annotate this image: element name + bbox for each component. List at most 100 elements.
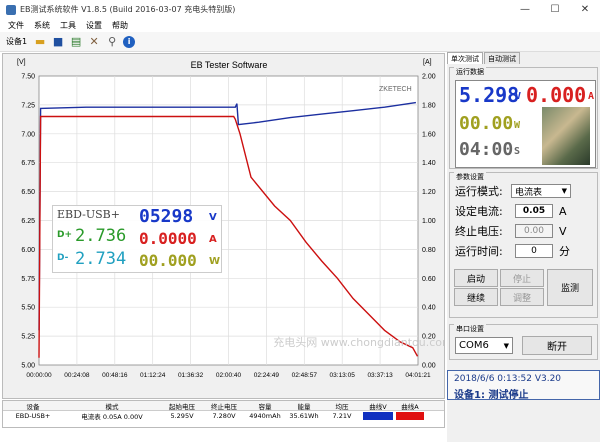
- camera-thumbnail: [542, 107, 590, 165]
- x-tick-label: 04:01:21: [405, 372, 431, 379]
- overlay-dminus-label: D-: [57, 253, 69, 263]
- menu-help[interactable]: 帮助: [112, 20, 128, 31]
- x-tick-label: 02:24:49: [254, 372, 280, 379]
- close-button[interactable]: ✕: [570, 0, 600, 19]
- col-energy: 能量: [297, 402, 311, 411]
- save-icon[interactable]: ■: [51, 35, 65, 49]
- monitor-button[interactable]: 监测: [547, 269, 593, 306]
- y-right-tick-label: 1.20: [422, 189, 436, 196]
- chevron-down-icon: ▼: [503, 341, 509, 350]
- minimize-button[interactable]: —: [510, 0, 540, 19]
- serial-group: 串口设置 COM6 ▼ 断开: [449, 324, 598, 360]
- y-right-tick-label: 1.00: [422, 218, 436, 225]
- tools-icon[interactable]: ✕: [87, 35, 101, 49]
- overlay-current-unit: A: [209, 234, 217, 245]
- x-tick-label: 00:48:16: [102, 372, 128, 379]
- port-value: COM6: [459, 340, 489, 351]
- y-left-tick-label: 5.25: [21, 334, 35, 341]
- col-start-voltage: 起始电压: [169, 402, 195, 411]
- title-bar: EB测试系统软件 V1.8.5 (Build 2016-03-07 充电头特别版…: [0, 0, 600, 19]
- overlay-dplus-label: D+: [57, 230, 73, 240]
- window-title: EB测试系统软件 V1.8.5 (Build 2016-03-07 充电头特别版…: [20, 5, 236, 14]
- tab-single-test[interactable]: 单次测试: [447, 52, 483, 64]
- curve-a-swatch[interactable]: [396, 412, 424, 420]
- info-icon[interactable]: i: [123, 35, 136, 48]
- col-mode: 模式: [105, 402, 119, 411]
- y-left-tick-label: 5.50: [21, 305, 35, 312]
- mode-value: 电流表: [515, 187, 543, 198]
- disconnect-button[interactable]: 断开: [522, 336, 592, 355]
- running-current-unit: A: [588, 91, 595, 102]
- maximize-button[interactable]: ☐: [540, 0, 570, 19]
- current-row: 设定电流: 0.05 A: [455, 203, 567, 219]
- x-tick-label: 01:36:32: [178, 372, 204, 379]
- running-power: 00.00: [459, 113, 514, 134]
- running-time-unit: S: [514, 146, 521, 157]
- mode-row: 运行模式: 电流表 ▼: [455, 183, 571, 199]
- chart-title: EB Tester Software: [191, 60, 268, 70]
- chart-icon[interactable]: ▤: [69, 35, 83, 49]
- y-left-tick-label: 7.50: [21, 74, 35, 81]
- device-selector[interactable]: 设备1: [6, 36, 27, 47]
- col-avg-voltage: 均压: [335, 402, 349, 411]
- mode-tabs: 单次测试 自动测试: [447, 52, 600, 64]
- running-time: 04:00: [459, 139, 514, 160]
- y-right-tick-label: 0.00: [422, 363, 436, 370]
- curve-v-swatch[interactable]: [363, 412, 393, 420]
- stopv-input[interactable]: 0.00: [515, 224, 553, 238]
- y-left-tick-label: 6.00: [21, 247, 35, 254]
- y-left-tick-label: 7.00: [21, 131, 35, 138]
- mode-label: 运行模式:: [455, 185, 503, 198]
- stop-button[interactable]: 停止: [500, 269, 544, 287]
- table-row[interactable]: EBD-USB+ 电流表 0.05A 0.00V 5.295V 7.280V 4…: [3, 411, 444, 421]
- tab-auto-test[interactable]: 自动测试: [484, 52, 520, 64]
- menu-system[interactable]: 系统: [34, 20, 50, 31]
- left-axis-unit: [V]: [17, 59, 26, 66]
- continue-button[interactable]: 继续: [454, 288, 498, 306]
- toolbar: 设备1 ▬ ■ ▤ ✕ ⚲ i: [0, 32, 600, 52]
- y-left-tick-label: 7.25: [21, 102, 35, 109]
- menu-file[interactable]: 文件: [8, 20, 24, 31]
- col-curve-v: 曲线V: [369, 402, 387, 411]
- start-button[interactable]: 启动: [454, 269, 498, 287]
- cell-energy: 35.61Wh: [289, 412, 319, 420]
- table-header: 设备 模式 起始电压 终止电压 容量 能量 均压 曲线V 曲线A: [3, 401, 444, 411]
- search-icon[interactable]: ⚲: [105, 35, 119, 49]
- menu-settings[interactable]: 设置: [86, 20, 102, 31]
- menu-tools[interactable]: 工具: [60, 20, 76, 31]
- overlay-dminus-value: 2.734: [75, 249, 127, 269]
- x-tick-label: 01:12:24: [140, 372, 166, 379]
- x-tick-label: 03:37:13: [367, 372, 393, 379]
- col-device: 设备: [26, 402, 40, 411]
- time-unit: 分: [559, 245, 570, 258]
- x-tick-label: 00:24:08: [64, 372, 90, 379]
- stopv-unit: V: [559, 224, 567, 238]
- port-select[interactable]: COM6 ▼: [455, 337, 513, 354]
- params-title: 参数设置: [454, 172, 486, 182]
- cell-mode: 电流表 0.05A 0.00V: [81, 413, 143, 421]
- overlay-voltage-unit: V: [209, 212, 217, 223]
- y-right-tick-label: 1.60: [422, 131, 436, 138]
- watermark: 充电头网 www.chongdiantou.com: [273, 335, 444, 349]
- app-icon: [6, 4, 16, 15]
- running-data-group: 运行数据 5.298 V 0.000 A 00.00 W 04:00 S: [449, 67, 598, 169]
- current-label: 设定电流:: [455, 205, 503, 218]
- params-group: 参数设置 运行模式: 电流表 ▼ 设定电流: 0.05 A 终止电压: 0.00…: [449, 172, 598, 318]
- current-input[interactable]: 0.05: [515, 204, 553, 218]
- open-folder-icon[interactable]: ▬: [33, 35, 47, 49]
- y-left-tick-label: 5.00: [21, 363, 35, 370]
- adjust-button[interactable]: 调整: [500, 288, 544, 306]
- mode-select[interactable]: 电流表 ▼: [511, 184, 571, 198]
- running-data-title: 运行数据: [454, 67, 486, 77]
- right-axis-unit: [A]: [423, 59, 432, 66]
- time-input[interactable]: 0: [515, 244, 553, 258]
- current-unit: A: [559, 204, 567, 218]
- y-right-tick-label: 0.60: [422, 276, 436, 283]
- overlay-power-value: 00.000: [139, 251, 197, 270]
- overlay-current-value: 0.0000: [139, 229, 197, 248]
- y-right-tick-label: 1.80: [422, 102, 436, 109]
- running-current: 0.000: [526, 83, 587, 107]
- serial-title: 串口设置: [454, 324, 486, 334]
- col-curve-a: 曲线A: [401, 402, 419, 411]
- status-message: 设备1: 测试停止: [454, 390, 529, 401]
